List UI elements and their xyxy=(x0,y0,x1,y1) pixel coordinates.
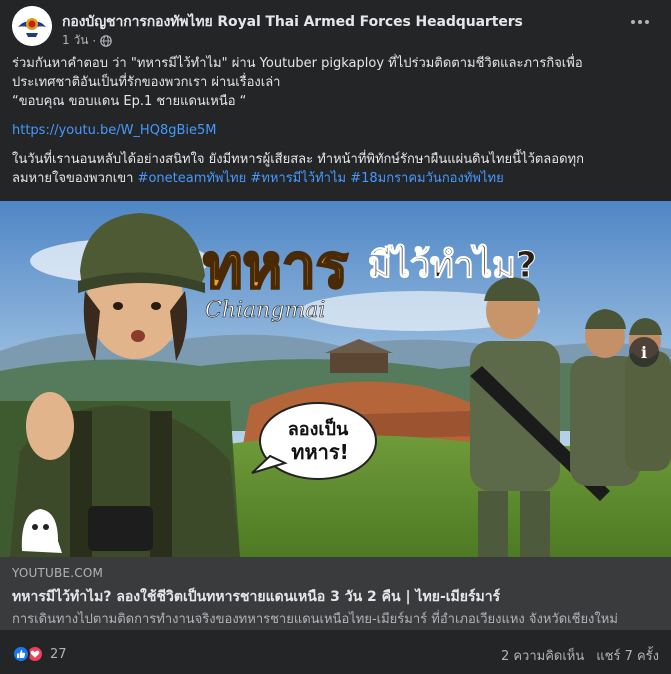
facebook-post: กองบัญชาการกองทัพไทย Royal Thai Armed Fo… xyxy=(0,0,671,674)
post-paragraph-2-line-1: ในวันที่เรานอนหลับได้อย่างสนิทใจ ยังมีทห… xyxy=(12,152,584,167)
preview-title[interactable]: ทหารมีไว้ทำไม? ลองใช้ชีวิตเป็นทหารชายแดน… xyxy=(12,586,500,608)
post-line-2: ประเทศชาติอันเป็นที่รักของพวกเรา ผ่านเรื… xyxy=(12,75,281,90)
hashtag-soldiers[interactable]: #ทหารมีไว้ทำไม xyxy=(250,171,346,186)
post-line-3: “ขอบคุณ ขอบแดน Ep.1 ชายแดนเหนือ “ xyxy=(12,94,247,109)
post-stats: 2 ความคิดเห็น แชร์ 7 ครั้ง xyxy=(501,645,659,666)
thumbnail-location: Chiangmai xyxy=(205,298,325,323)
info-icon[interactable]: i xyxy=(629,337,659,367)
like-reaction-icon xyxy=(12,645,30,663)
thumbnail-title-small: มีไว้ทำไม? xyxy=(368,243,537,286)
reaction-summary[interactable]: 27 xyxy=(12,645,67,663)
post-time[interactable]: 1 วัน xyxy=(62,31,88,50)
post-line-1: ร่วมกันหาคำตอบ ว่า "ทหารมีไว้ทำไม" ผ่าน … xyxy=(12,56,583,71)
link-preview[interactable]: YOUTUBE.COM ทหารมีไว้ทำไม? ลองใช้ชีวิตเป… xyxy=(0,557,671,630)
post-meta: 1 วัน · xyxy=(62,31,113,50)
meta-separator: · xyxy=(92,33,97,48)
youtube-link[interactable]: https://youtu.be/W_HQ8gBie5M xyxy=(12,123,216,138)
hashtag-oneteam[interactable]: #oneteamทัพไทย xyxy=(138,171,247,186)
shares-count[interactable]: แชร์ 7 ครั้ง xyxy=(596,645,659,666)
page-name[interactable]: กองบัญชาการกองทัพไทย Royal Thai Armed Fo… xyxy=(62,11,523,33)
page-avatar[interactable] xyxy=(12,6,52,46)
bubble-line-2: ทหาร! xyxy=(291,440,348,464)
comments-count[interactable]: 2 ความคิดเห็น xyxy=(501,645,584,666)
post-footer: 27 2 ความคิดเห็น แชร์ 7 ครั้ง xyxy=(12,642,659,666)
reaction-count: 27 xyxy=(50,646,67,662)
post-header: กองบัญชาการกองทัพไทย Royal Thai Armed Fo… xyxy=(12,6,659,52)
more-options-icon[interactable] xyxy=(625,10,655,34)
video-thumbnail[interactable]: ทหาร มีไว้ทำไม? Chiangmai ลองเป็น ทหาร! xyxy=(0,201,671,557)
globe-icon xyxy=(100,34,113,47)
preview-domain: YOUTUBE.COM xyxy=(12,566,104,580)
post-paragraph-2-line-2: ลมหายใจของพวกเขา xyxy=(12,171,134,186)
preview-description: การเดินทางไปตามติดการทำงานจริงของทหารชาย… xyxy=(12,612,618,627)
post-text: ร่วมกันหาคำตอบ ว่า "ทหารมีไว้ทำไม" ผ่าน … xyxy=(12,54,659,188)
hashtag-armed-forces-day[interactable]: #18มกราคมวันกองทัพไทย xyxy=(350,171,504,186)
thumbnail-title-big: ทหาร xyxy=(203,232,348,302)
bubble-line-1: ลองเป็น xyxy=(288,417,349,440)
